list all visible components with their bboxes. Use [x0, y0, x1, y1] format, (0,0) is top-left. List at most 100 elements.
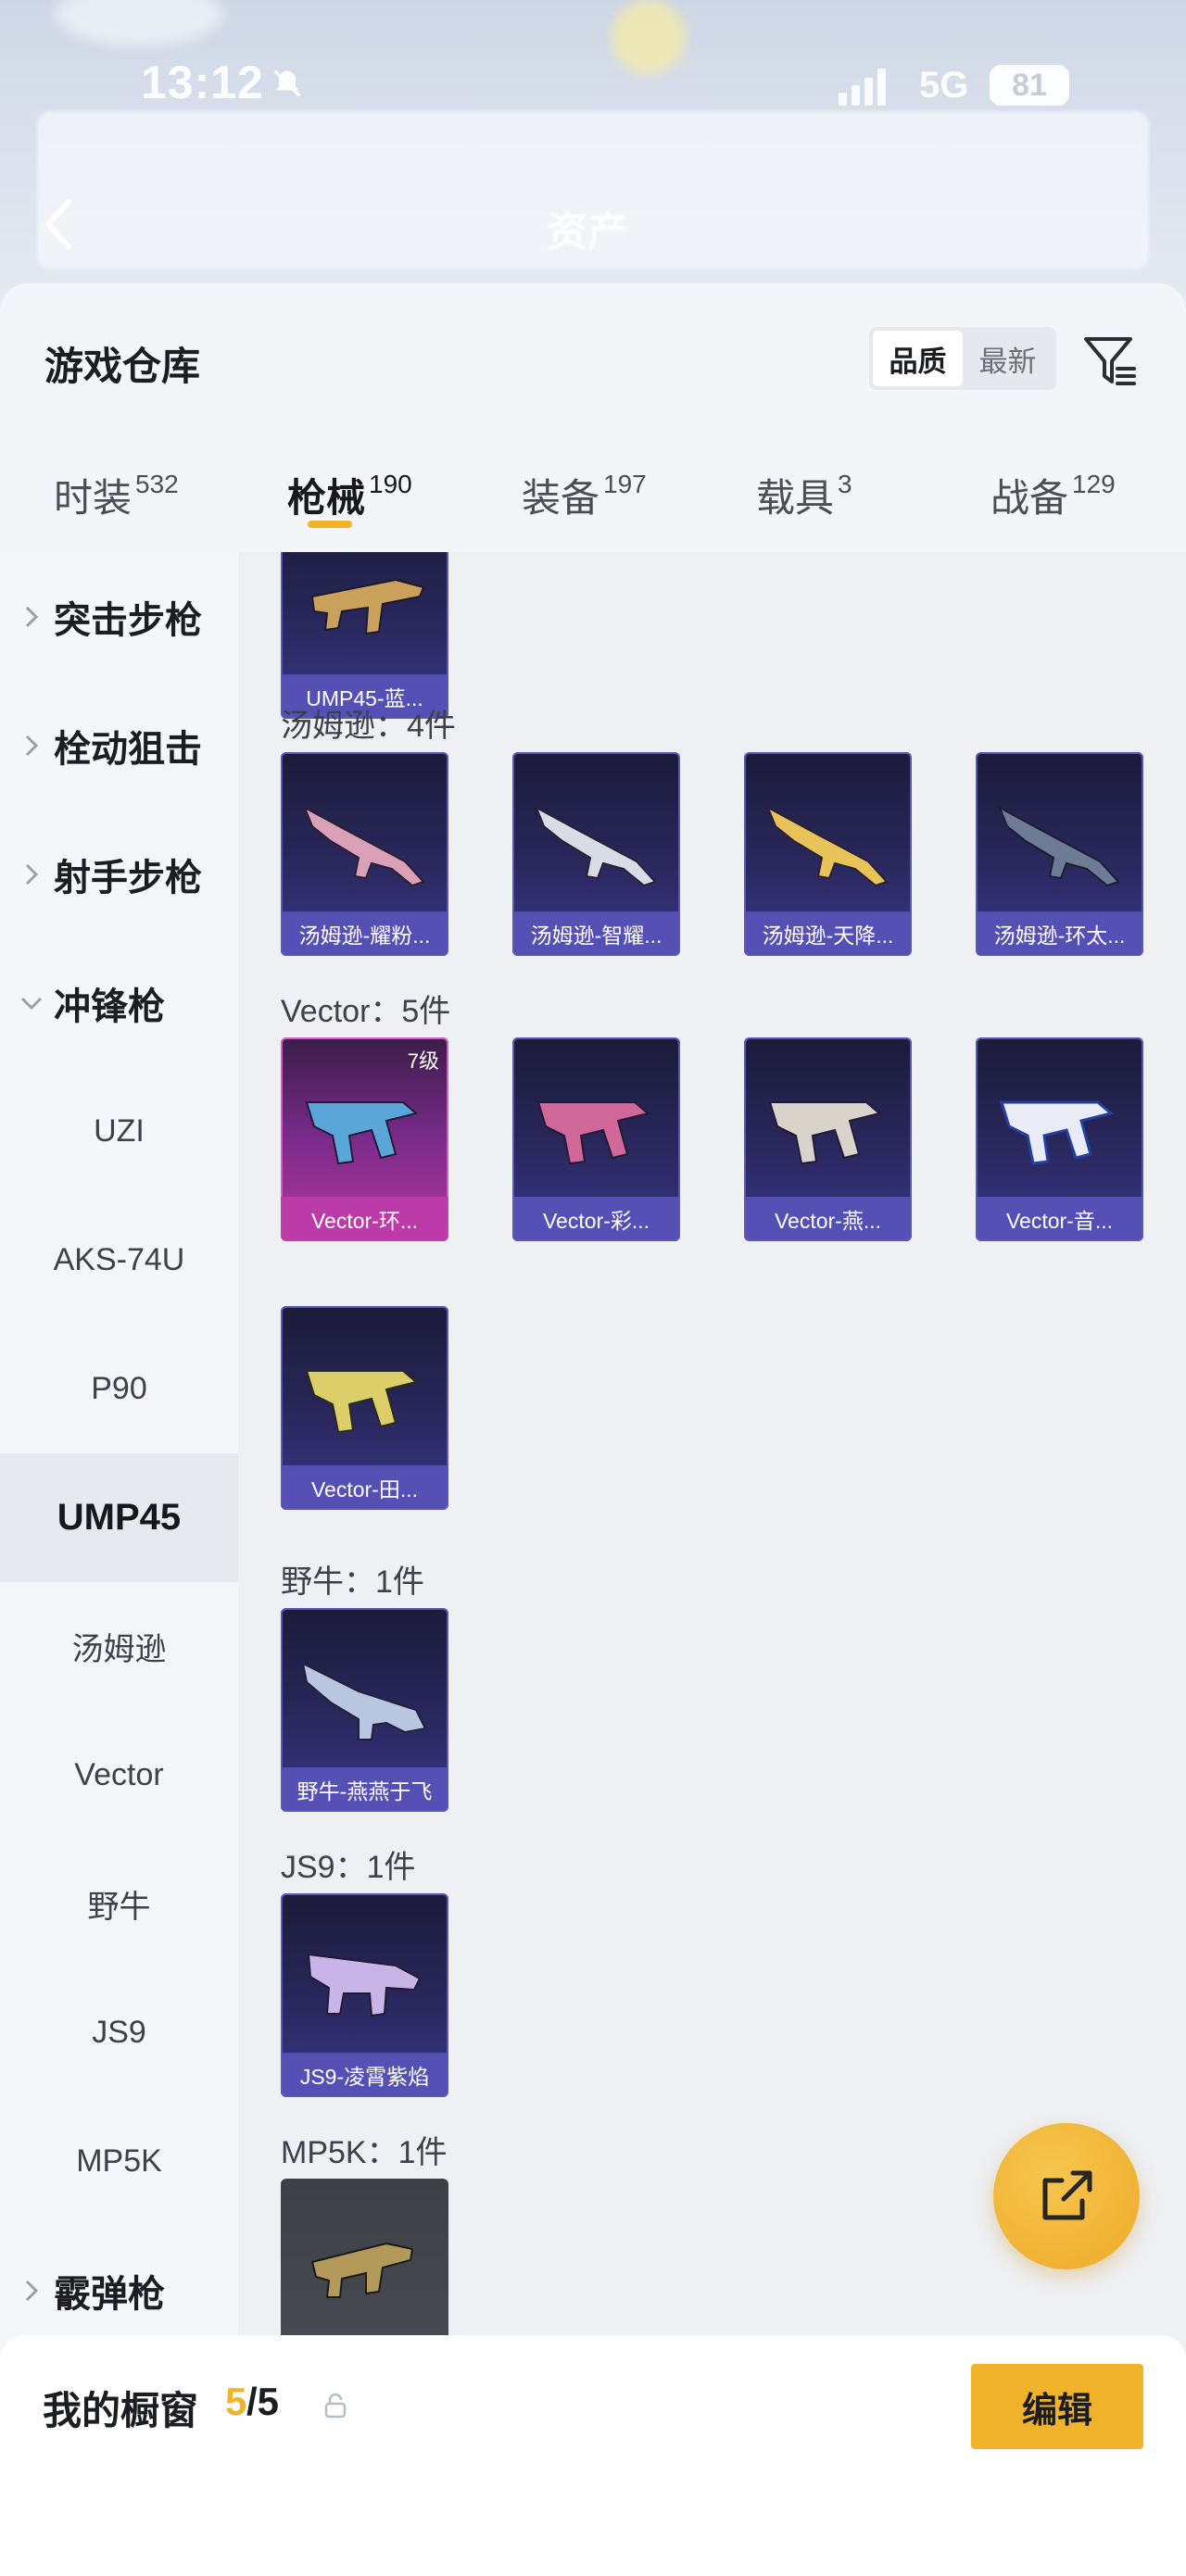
- tab-count: 190: [369, 470, 412, 498]
- blurred-shape: [612, 0, 686, 74]
- skin-name: Vector-环...: [281, 1197, 448, 1241]
- sidebar-item-label: UMP45: [57, 1497, 182, 1538]
- tab-equipment[interactable]: 装备 197: [522, 467, 647, 559]
- tab-count: 129: [1072, 470, 1116, 498]
- share-button[interactable]: [993, 2123, 1140, 2269]
- sidebar-item-label: JS9: [92, 2015, 146, 2050]
- skin-name: 汤姆逊-环太...: [976, 911, 1143, 956]
- skin-name: JS9-凌霄紫焰: [281, 2053, 448, 2097]
- edit-button[interactable]: 编辑: [971, 2364, 1143, 2449]
- sidebar-item-p90[interactable]: P90: [0, 1325, 238, 1453]
- showcase-total: /5: [246, 2380, 280, 2423]
- mute-bell-icon: [273, 69, 301, 97]
- tab-label: 战备: [990, 476, 1069, 520]
- filter-icon[interactable]: [1080, 332, 1140, 391]
- tab-label: 时装: [54, 476, 132, 520]
- share-external-icon: [1042, 2170, 1092, 2220]
- skin-card[interactable]: 7级 Vector-环...: [281, 1037, 448, 1241]
- group-header: 野牛：1件: [281, 1564, 424, 1600]
- group-header: Vector：5件: [281, 994, 451, 1029]
- vector-skin-icon: [768, 1101, 882, 1165]
- tab-label: 装备: [522, 476, 600, 520]
- chevron-right-icon: [25, 2280, 39, 2301]
- skin-name: Vector-彩...: [512, 1197, 680, 1241]
- skin-card[interactable]: Vector-音...: [976, 1037, 1143, 1241]
- blurred-shape: [56, 0, 222, 46]
- skin-name: 汤姆逊-耀粉...: [281, 911, 448, 956]
- skin-card[interactable]: Vector-田...: [281, 1306, 448, 1510]
- sidebar-item-label: Vector: [74, 1757, 164, 1792]
- sidebar-item-vector[interactable]: Vector: [0, 1711, 238, 1840]
- sort-by-newest-button[interactable]: 最新: [963, 331, 1053, 386]
- skin-card[interactable]: JS9-凌霄紫焰: [281, 1893, 448, 2097]
- active-tab-indicator: [308, 521, 352, 528]
- js9-skin-icon: [307, 1953, 422, 2017]
- sidebar-group-label: 栓动狙击: [54, 728, 202, 770]
- signal-icon: [839, 69, 886, 106]
- sidebar-item-mp5k[interactable]: MP5K: [0, 2097, 238, 2226]
- sidebar-item-label: AKS-74U: [53, 1242, 185, 1277]
- bizon-skin-icon: [301, 1662, 427, 1740]
- weapon-category-sidebar: 突击步枪 栓动狙击 射手步枪 冲锋枪 UZI AKS-74U P90 UMP45…: [0, 552, 238, 2428]
- tab-count: 532: [135, 470, 179, 498]
- tab-label: 枪械: [287, 476, 366, 520]
- skin-card[interactable]: 汤姆逊-耀粉...: [281, 752, 448, 956]
- tab-supplies[interactable]: 战备 129: [990, 467, 1116, 559]
- skin-name: 汤姆逊-天降...: [744, 911, 912, 956]
- sidebar-item-label: 野牛: [87, 1890, 151, 1925]
- sidebar-item-aks74u[interactable]: AKS-74U: [0, 1196, 238, 1325]
- tommy-gun-skin-icon: [303, 805, 425, 887]
- status-time: 13:12: [141, 57, 264, 108]
- skin-card[interactable]: 汤姆逊-天降...: [744, 752, 912, 956]
- sidebar-item-bizon[interactable]: 野牛: [0, 1840, 238, 1968]
- sort-by-quality-button[interactable]: 品质: [873, 331, 963, 386]
- sidebar-group-smg[interactable]: 冲锋枪: [0, 938, 238, 1067]
- sidebar-group-assault-rifle[interactable]: 突击步枪: [0, 552, 238, 681]
- tommy-gun-skin-icon: [535, 805, 657, 887]
- smg-skin-icon: [310, 578, 425, 635]
- mp5k-icon: [310, 2242, 414, 2298]
- tab-vehicles[interactable]: 载具 3: [756, 467, 852, 559]
- skin-name: 汤姆逊-智耀...: [512, 911, 680, 956]
- showcase-bar: 我的橱窗 5 /5 编辑: [0, 2335, 1186, 2576]
- skin-card[interactable]: Vector-燕...: [744, 1037, 912, 1241]
- tab-firearms[interactable]: 枪械 190: [287, 467, 412, 559]
- skin-card[interactable]: Vector-彩...: [512, 1037, 680, 1241]
- network-indicator: 5G: [919, 65, 969, 106]
- tab-label: 载具: [756, 476, 835, 520]
- lock-icon: [324, 2393, 347, 2419]
- sidebar-group-bolt-sniper[interactable]: 栓动狙击: [0, 681, 238, 810]
- group-header: MP5K：1件: [281, 2135, 448, 2170]
- showcase-count: 5: [225, 2380, 247, 2423]
- tommy-gun-skin-icon: [998, 805, 1120, 887]
- skin-name: Vector-燕...: [744, 1197, 912, 1241]
- sidebar-item-uzi[interactable]: UZI: [0, 1067, 238, 1196]
- chevron-right-icon: [25, 863, 39, 885]
- back-arrow-icon[interactable]: [41, 196, 78, 252]
- category-tabs: 时装 532 枪械 190 装备 197 载具 3 战备 129: [0, 459, 1186, 552]
- sidebar-item-label: UZI: [94, 1113, 145, 1149]
- tab-count: 3: [838, 470, 852, 498]
- battery-indicator: 81: [990, 65, 1069, 106]
- skin-card[interactable]: 汤姆逊-环太...: [976, 752, 1143, 956]
- sidebar-group-label: 射手步枪: [54, 857, 202, 898]
- tommy-gun-skin-icon: [766, 805, 889, 887]
- chevron-down-icon: [20, 997, 43, 1010]
- vector-skin-icon: [999, 1100, 1115, 1165]
- sidebar-item-label: P90: [91, 1371, 147, 1406]
- sidebar-item-thompson[interactable]: 汤姆逊: [0, 1582, 238, 1711]
- skin-card[interactable]: 汤姆逊-智耀...: [512, 752, 680, 956]
- skin-card[interactable]: UMP45-蓝...: [281, 552, 448, 719]
- vector-skin-icon: [305, 1101, 419, 1165]
- skin-name: Vector-田...: [281, 1465, 448, 1510]
- tab-fashion[interactable]: 时装 532: [54, 467, 179, 559]
- skin-card[interactable]: 野牛-燕燕于飞: [281, 1608, 448, 1812]
- showcase-label: 我的橱窗: [43, 2389, 199, 2432]
- skin-name: 野牛-燕燕于飞: [281, 1767, 448, 1812]
- sidebar-item-ump45[interactable]: UMP45: [0, 1453, 238, 1582]
- sidebar-group-marksman-rifle[interactable]: 射手步枪: [0, 810, 238, 938]
- vector-skin-icon: [536, 1101, 650, 1165]
- group-header: JS9：1件: [281, 1850, 416, 1885]
- chevron-right-icon: [25, 735, 39, 756]
- sidebar-item-js9[interactable]: JS9: [0, 1968, 238, 2097]
